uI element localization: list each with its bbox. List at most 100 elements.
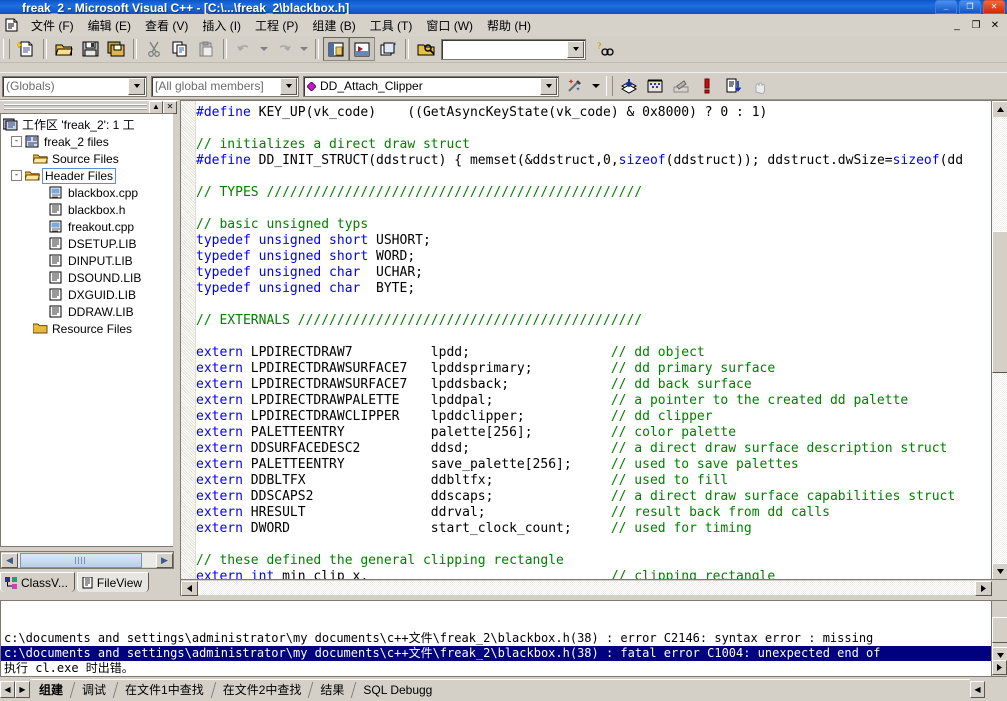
output-tab-0[interactable]: 组建 — [30, 681, 72, 699]
tree-node-file[interactable]: DINPUT.LIB — [3, 252, 173, 269]
find-in-files-icon[interactable] — [413, 37, 439, 61]
tree-node-file[interactable]: blackbox.h — [3, 201, 173, 218]
workspace-toggle-icon[interactable] — [323, 37, 349, 61]
output-tab-3[interactable]: 在文件2中查找 — [214, 681, 311, 699]
tree-node-file[interactable]: DSETUP.LIB — [3, 235, 173, 252]
scroll-down-button[interactable] — [992, 563, 1007, 580]
workspace-close-button[interactable]: ✕ — [163, 100, 177, 114]
mdi-close-button[interactable]: ✕ — [986, 16, 1004, 32]
redo-icon[interactable] — [271, 37, 297, 61]
globals-combo[interactable]: (Globals) — [2, 75, 147, 97]
find-help-icon[interactable]: ? — [592, 37, 618, 61]
save-all-icon[interactable] — [103, 37, 129, 61]
new-file-icon[interactable] — [13, 37, 39, 61]
build-icon[interactable] — [642, 74, 668, 98]
menu-tools[interactable]: 工具 (T) — [363, 15, 420, 36]
menu-window[interactable]: 窗口 (W) — [419, 15, 480, 36]
tab-scroll-more-button[interactable]: ◀ — [970, 680, 985, 698]
editor-horizontal-scrollbar[interactable] — [181, 579, 1007, 596]
scroll-thumb[interactable] — [992, 231, 1007, 373]
output-tab-4[interactable]: 结果 — [311, 681, 353, 699]
tree-node-file[interactable]: freakout.cpp — [3, 218, 173, 235]
tab-nav-next-button[interactable]: ▶ — [15, 680, 30, 698]
tree-node-header-files[interactable]: - Header Files — [3, 167, 173, 184]
wizardbar-dropdown-icon[interactable] — [588, 74, 603, 98]
undo-dropdown-icon[interactable] — [257, 37, 271, 61]
minimize-button[interactable]: _ — [935, 0, 957, 14]
go-icon[interactable] — [746, 74, 772, 98]
menu-build[interactable]: 组建 (B) — [305, 15, 362, 36]
find-combo[interactable] — [441, 38, 586, 60]
copy-icon[interactable] — [167, 37, 193, 61]
tree-node-source-files[interactable]: Source Files — [3, 150, 173, 167]
output-line-selected[interactable]: c:\documents and settings\administrator\… — [1, 646, 1007, 661]
menu-project[interactable]: 工程 (P) — [248, 15, 305, 36]
tree-node-file[interactable]: DDRAW.LIB — [3, 303, 173, 320]
tab-nav-prev-button[interactable]: ◀ — [0, 680, 15, 698]
menu-help[interactable]: 帮助 (H) — [480, 15, 538, 36]
workspace-minimize-button[interactable]: ▲ — [149, 100, 163, 114]
scroll-thumb[interactable] — [992, 617, 1007, 643]
output-line[interactable] — [1, 676, 1007, 677]
scroll-track[interactable] — [198, 581, 975, 595]
chevron-down-icon[interactable] — [540, 77, 557, 95]
output-line[interactable]: c:\documents and settings\administrator\… — [1, 631, 1007, 646]
scroll-thumb[interactable] — [20, 553, 142, 568]
document-system-icon[interactable] — [2, 17, 20, 33]
editor-selection-margin[interactable] — [181, 101, 196, 596]
maximize-button[interactable]: ❐ — [959, 0, 981, 14]
close-button[interactable]: ✕ — [983, 0, 1005, 14]
collapse-toggle-icon[interactable]: - — [11, 170, 22, 181]
toolbar-grip[interactable] — [3, 39, 10, 59]
tree-node-file[interactable]: blackbox.cpp — [3, 184, 173, 201]
menu-edit[interactable]: 编辑 (E) — [81, 15, 138, 36]
scroll-left-button[interactable]: ◀ — [1, 552, 18, 568]
output-tab-2[interactable]: 在文件1中查找 — [116, 681, 213, 699]
workspace-horizontal-scrollbar[interactable]: ◀ ▶ — [0, 551, 174, 569]
open-file-icon[interactable] — [51, 37, 77, 61]
scroll-left-button[interactable] — [181, 580, 198, 596]
code-editor[interactable]: #define KEY_UP(vk_code) ((GetAsyncKeySta… — [180, 100, 1007, 596]
output-tab-1[interactable]: 调试 — [73, 681, 115, 699]
scroll-up-button[interactable] — [992, 101, 1007, 118]
tree-node-project[interactable]: - freak_2 files — [3, 133, 173, 150]
mdi-restore-button[interactable]: ❐ — [967, 16, 985, 32]
scroll-track[interactable] — [18, 553, 156, 568]
tab-file-view[interactable]: FileView — [76, 572, 150, 592]
expand-toggle-icon[interactable]: - — [11, 136, 22, 147]
scroll-right-button[interactable]: ▶ — [156, 552, 173, 568]
tree-node-file[interactable]: DXGUID.LIB — [3, 286, 173, 303]
tab-class-view[interactable]: ClassV... — [0, 572, 75, 592]
tree-node-resource-files[interactable]: Resource Files — [3, 320, 173, 337]
caption-grip[interactable] — [4, 104, 147, 110]
paste-icon[interactable] — [193, 37, 219, 61]
tree-root-node[interactable]: 工作区 'freak_2': 1 工 — [3, 116, 173, 133]
undo-icon[interactable] — [231, 37, 257, 61]
window-list-icon[interactable] — [375, 37, 401, 61]
chevron-down-icon[interactable] — [280, 77, 297, 95]
menu-view[interactable]: 查看 (V) — [138, 15, 195, 36]
chevron-down-icon[interactable] — [128, 77, 145, 95]
output-line[interactable]: 执行 cl.exe 时出错。 — [1, 661, 1007, 676]
redo-dropdown-icon[interactable] — [297, 37, 311, 61]
members-combo[interactable]: [All global members] — [151, 75, 299, 97]
scroll-right-button[interactable] — [975, 580, 992, 596]
output-pane[interactable]: c:\documents and settings\administrator\… — [0, 600, 1007, 677]
insert-breakpoint-icon[interactable] — [720, 74, 746, 98]
output-vertical-scrollbar[interactable] — [991, 601, 1007, 676]
output-tab-5[interactable]: SQL Debugg — [354, 681, 441, 699]
cut-icon[interactable] — [141, 37, 167, 61]
file-view-tree[interactable]: 工作区 'freak_2': 1 工 - freak_2 files Sourc… — [0, 113, 173, 547]
compile-icon[interactable] — [616, 74, 642, 98]
code-text[interactable]: #define KEY_UP(vk_code) ((GetAsyncKeySta… — [196, 101, 991, 596]
tree-node-file[interactable]: DSOUND.LIB — [3, 269, 173, 286]
menu-file[interactable]: 文件 (F) — [24, 15, 81, 36]
chevron-down-icon[interactable] — [567, 40, 584, 58]
mdi-minimize-button[interactable]: _ — [948, 16, 966, 32]
stop-build-icon[interactable] — [668, 74, 694, 98]
symbol-combo[interactable]: DD_Attach_Clipper — [303, 75, 559, 97]
output-toggle-icon[interactable] — [349, 37, 375, 61]
menu-insert[interactable]: 插入 (I) — [195, 15, 248, 36]
editor-vertical-scrollbar[interactable] — [991, 101, 1007, 580]
execute-program-icon[interactable] — [694, 74, 720, 98]
